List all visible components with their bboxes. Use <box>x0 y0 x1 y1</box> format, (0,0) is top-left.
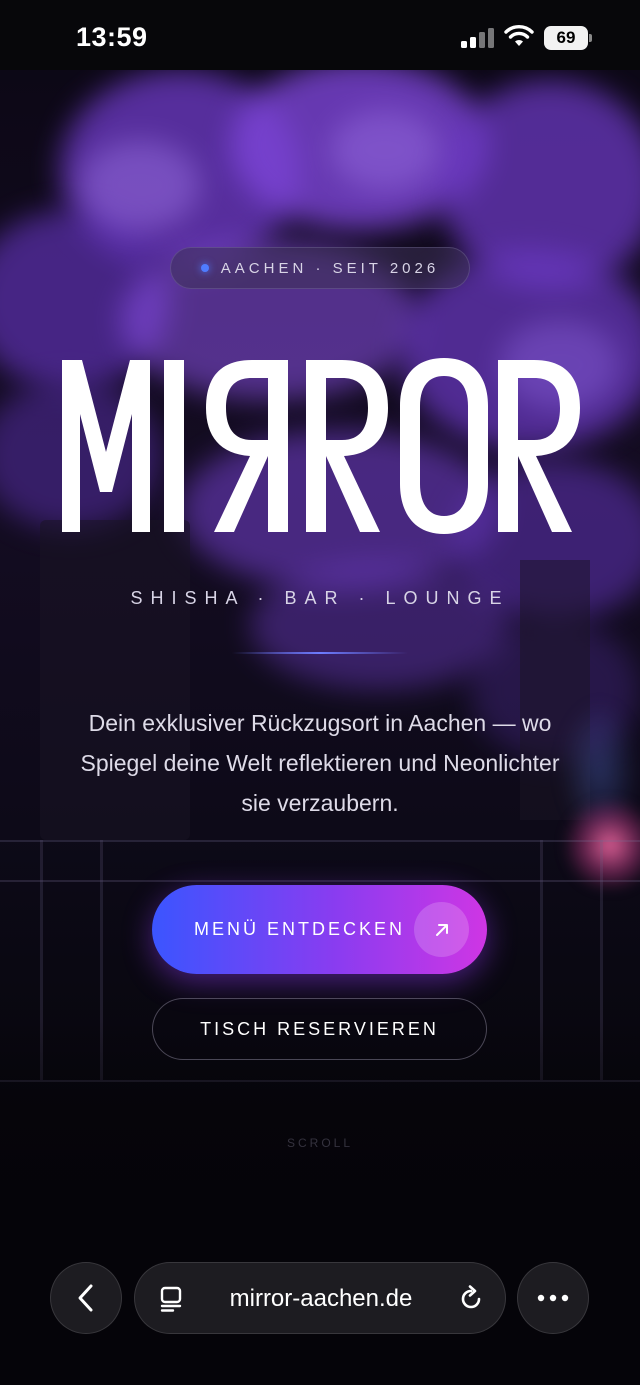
location-badge-text: AACHEN · SEIT 2026 <box>220 259 440 277</box>
address-bar[interactable]: mirror-aachen.de <box>134 1262 506 1334</box>
hero-background-image <box>0 0 640 1385</box>
battery-icon: 69 <box>544 26 592 50</box>
tagline: SHISHA · BAR · LOUNGE <box>130 588 510 608</box>
scroll-hint: SCROLL <box>286 1136 354 1150</box>
back-button[interactable] <box>50 1262 122 1334</box>
mirror-logo <box>62 358 580 534</box>
battery-level: 69 <box>544 26 588 50</box>
wifi-icon <box>504 25 534 46</box>
reload-icon[interactable] <box>457 1285 485 1313</box>
more-button[interactable] <box>517 1262 589 1334</box>
hero-description: Dein exklusiver Rückzugsort in Aachen — … <box>80 710 560 816</box>
discover-menu-button[interactable]: MENÜ ENTDECKEN <box>152 885 487 974</box>
more-horizontal-icon <box>537 1294 569 1302</box>
reserve-table-button[interactable]: TISCH RESERVIEREN <box>152 998 487 1060</box>
status-bar: 13:59 69 <box>0 0 640 70</box>
arrow-up-right-icon <box>414 902 469 957</box>
location-badge: AACHEN · SEIT 2026 <box>170 247 470 289</box>
cellular-signal-icon <box>461 28 495 48</box>
reserve-table-label: TISCH RESERVIEREN <box>200 1018 439 1039</box>
url-text[interactable]: mirror-aachen.de <box>201 1263 441 1335</box>
status-dot-icon <box>200 264 209 272</box>
divider-line <box>232 652 408 654</box>
tabs-icon[interactable] <box>157 1285 185 1313</box>
discover-menu-label: MENÜ ENTDECKEN <box>194 919 406 939</box>
chevron-left-icon <box>78 1284 93 1312</box>
status-time: 13:59 <box>76 22 148 52</box>
